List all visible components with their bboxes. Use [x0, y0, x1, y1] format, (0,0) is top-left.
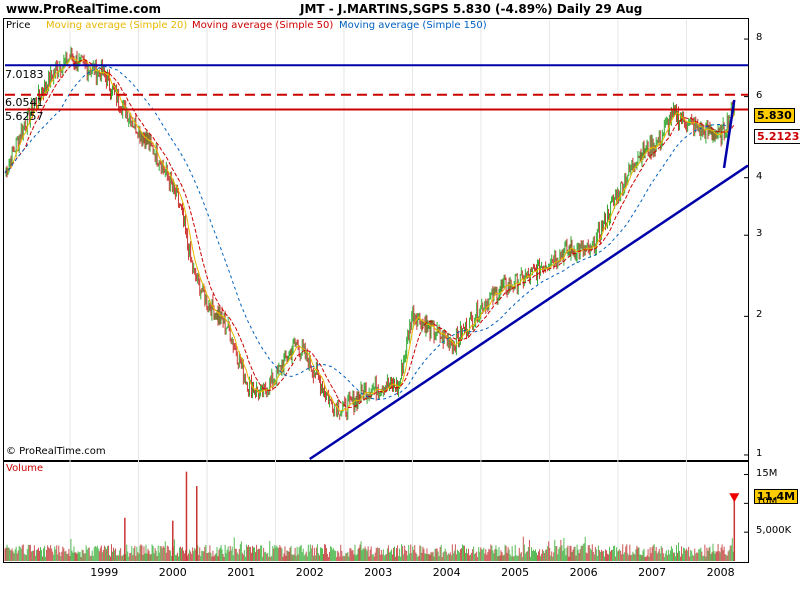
- level-label-1: 7.0183: [5, 68, 44, 81]
- vol-tick-label-0: 15M: [756, 467, 778, 479]
- legend-ma150: Moving average (Simple 150): [339, 20, 487, 31]
- x-tick-label-2003: 2003: [364, 566, 393, 579]
- vol-tick-label-1: 10M: [756, 496, 778, 508]
- y-tick-label-2: 4: [756, 170, 763, 182]
- trendline-1: [309, 164, 749, 461]
- ma150-line: [4, 66, 735, 400]
- ma50-line: [4, 58, 735, 409]
- volume-alert-icon: [729, 493, 740, 503]
- x-tick-label-1999: 1999: [90, 566, 119, 579]
- vol-tick-label-2: 5,000K: [756, 525, 792, 537]
- ma-value-tag: 5.2123: [754, 129, 800, 144]
- x-tick-label-2001: 2001: [227, 566, 256, 579]
- x-tick-label-2007: 2007: [638, 566, 667, 579]
- y-tick-label-0: 8: [756, 32, 763, 44]
- level-label-3: 5.6257: [5, 110, 44, 123]
- y-tick-label-5: 1: [756, 447, 763, 459]
- y-tick-label-4: 2: [756, 309, 763, 321]
- legend-ma50: Moving average (Simple 50): [192, 20, 334, 31]
- x-tick-label-2002: 2002: [295, 566, 324, 579]
- watermark: © ProRealTime.com: [6, 446, 106, 457]
- x-tick-label-2006: 2006: [569, 566, 598, 579]
- last-price-tag: 5.830: [754, 108, 795, 123]
- y-tick-label-3: 3: [756, 228, 763, 240]
- legend-ma20: Moving average (Simple 20): [46, 20, 188, 31]
- x-tick-label-2008: 2008: [706, 566, 735, 579]
- y-tick-label-1: 6: [756, 89, 763, 101]
- x-tick-label-2005: 2005: [501, 566, 530, 579]
- ma20-line: [4, 57, 735, 412]
- legend-volume: Volume: [6, 463, 44, 474]
- legend-price: Price: [6, 20, 31, 31]
- level-label-2: 6.0541: [5, 96, 44, 109]
- x-tick-label-2000: 2000: [158, 566, 187, 579]
- chart-svg: [4, 20, 749, 561]
- x-tick-label-2004: 2004: [432, 566, 461, 579]
